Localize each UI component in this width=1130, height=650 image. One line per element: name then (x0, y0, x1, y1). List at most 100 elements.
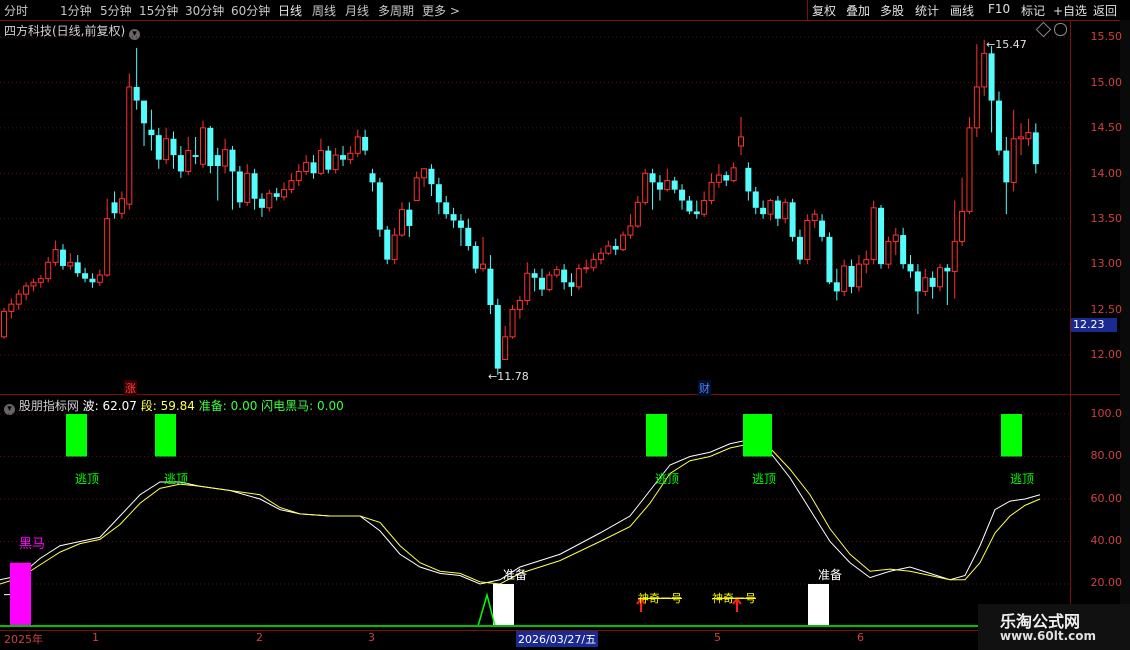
candle-body-up (281, 189, 288, 198)
ready-label: 准备 (818, 568, 843, 582)
low-price-value: 11.78 (497, 370, 529, 383)
low-price-label: ←11.78 (488, 370, 529, 383)
high-price-value: 15.47 (995, 38, 1027, 51)
date-tick: 1 (92, 631, 99, 644)
candle-body-up (45, 261, 52, 280)
candle-body-up (244, 172, 251, 203)
candle-body-down (878, 207, 885, 265)
candle-body-up (782, 201, 789, 220)
candle-body-down (848, 265, 855, 287)
cai-marker[interactable]: 财 (698, 380, 711, 396)
candle-body-up (480, 263, 487, 270)
candle-body-up (966, 127, 973, 212)
candle-body-up (575, 268, 582, 288)
candle-body-up (597, 252, 604, 261)
escape-top-bar (646, 414, 667, 457)
cursor-date: 2026/03/27/五 (516, 631, 599, 647)
candle-body-down (568, 282, 575, 287)
indicator-tick: 40.00 (1090, 534, 1123, 547)
candle-body-down (1032, 132, 1039, 165)
price-tick: 14.00 (1090, 167, 1123, 180)
candle-body-up (524, 272, 531, 301)
candle-body-up (951, 240, 958, 272)
candle-body-up (634, 201, 641, 227)
indicator-tick: 80.00 (1090, 449, 1123, 462)
candle-body-down (494, 305, 501, 369)
candle-body-down (531, 273, 538, 278)
ready-label: 准备 (503, 568, 528, 582)
signal-label: 神奇一号 (638, 592, 682, 605)
candle-body-down (443, 202, 450, 215)
candle-body-up (804, 220, 811, 261)
candle-body-down (435, 184, 442, 203)
candle-body-up (553, 269, 560, 276)
candle-body-up (222, 149, 229, 167)
candle-body-up (332, 154, 339, 171)
candle-body-up (767, 200, 774, 215)
price-tick: 13.00 (1090, 257, 1123, 270)
candle-body-down (656, 182, 663, 190)
chart-canvas[interactable] (0, 0, 1070, 630)
date-tick: 3 (368, 631, 375, 644)
high-price-label: ←15.47 (986, 38, 1027, 51)
back-button[interactable]: 返回 (1093, 2, 1117, 19)
candle-body-up (421, 168, 428, 179)
candle-body-up (936, 267, 943, 288)
candle-body-down (796, 236, 803, 260)
candle-body-down (760, 207, 767, 215)
candle-body-up (546, 274, 553, 291)
candle-body-up (863, 259, 870, 265)
escape-top-label: 逃顶 (655, 472, 680, 486)
candle-body-up (1010, 138, 1017, 183)
candle-body-up (23, 285, 30, 295)
indicator-tick: 100.0 (1090, 407, 1123, 420)
candle-body-up (502, 336, 509, 361)
candle-body-down (273, 193, 280, 197)
candle-body-down (819, 220, 826, 237)
indicator-tick: 60.00 (1090, 492, 1123, 505)
candle-body-down (900, 235, 907, 265)
price-tick: 15.00 (1090, 76, 1123, 89)
indicator-tick: 20.00 (1090, 576, 1123, 589)
candle-body-up (855, 263, 862, 288)
candle-body-down (369, 173, 376, 183)
candle-body-up (627, 225, 634, 236)
candle-body-up (398, 209, 405, 236)
candle-body-up (303, 161, 310, 172)
candle-body-down (376, 182, 383, 230)
candle-body-down (686, 200, 693, 212)
indicator-series (0, 414, 1041, 627)
candle-body-up (15, 293, 22, 305)
candle-body-up (347, 152, 354, 161)
candle-body-down (679, 189, 686, 201)
candle-body-up (1, 310, 7, 338)
candle-body-up (959, 210, 966, 242)
candle-body-down (406, 209, 413, 226)
candle-body-up (37, 278, 44, 283)
candle-body-down (192, 155, 199, 157)
candle-body-down (236, 171, 243, 203)
candle-body-up (730, 167, 737, 182)
dark-horse-bar (10, 562, 31, 626)
candle-body-down (561, 269, 568, 283)
candle-body-up (413, 177, 420, 202)
escape-top-label: 逃顶 (1010, 472, 1035, 486)
escape-top-bar (743, 414, 772, 457)
price-tick: 12.50 (1090, 303, 1123, 316)
candle-body-up (620, 234, 627, 251)
candle-body-down (988, 53, 995, 101)
date-tick: 5 (714, 631, 721, 644)
candle-body-down (450, 214, 457, 221)
candle-body-up (590, 259, 597, 269)
candle-body-down (170, 138, 177, 156)
candle-body-up (811, 213, 818, 222)
candle-body-up (30, 281, 37, 287)
right-scrollbar[interactable] (1120, 20, 1130, 650)
candle-body-up (516, 299, 523, 311)
candle-body-up (8, 303, 15, 312)
candle-body-up (715, 174, 722, 183)
candle-body-down (472, 245, 479, 269)
zhang-marker[interactable]: 涨 (124, 380, 137, 396)
candlestick-series (1, 39, 1039, 375)
date-tick: 6 (857, 631, 864, 644)
